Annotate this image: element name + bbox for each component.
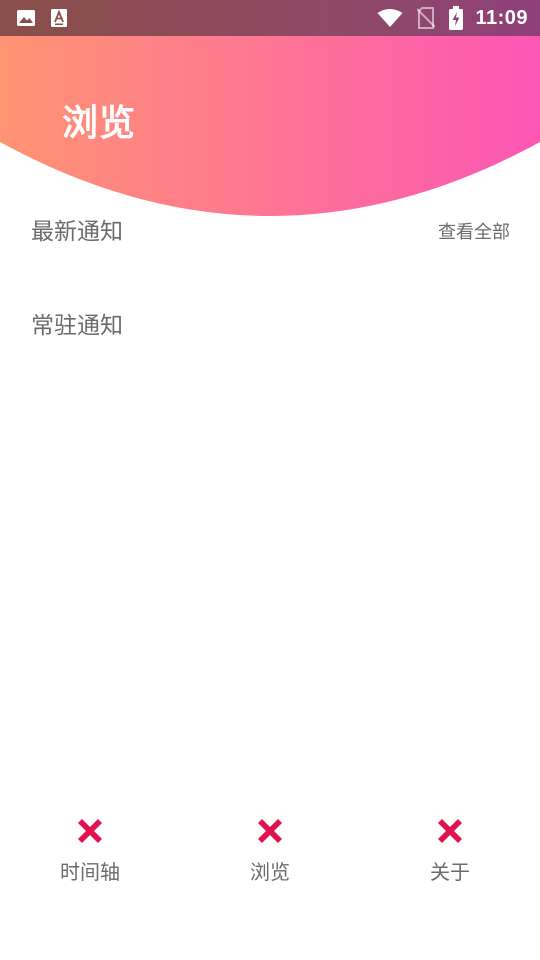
no-sim-icon	[417, 7, 436, 29]
nav-item-timeline[interactable]: 时间轴	[20, 806, 160, 906]
app-screen: 11:09 浏览 最新通知 查看全部 常驻通知 时间轴 浏览 关于	[0, 0, 540, 960]
view-all-link[interactable]: 查看全部	[438, 218, 510, 244]
app-notification-icon	[50, 8, 68, 28]
nav-label-browse: 浏览	[250, 860, 290, 884]
clock: 11:09	[475, 6, 528, 29]
status-bar: 11:09	[0, 0, 540, 36]
nav-item-about[interactable]: 关于	[380, 806, 520, 906]
nav-label-timeline: 时间轴	[60, 860, 120, 884]
page-title: 浏览	[62, 103, 137, 144]
bottom-navigation: 时间轴 浏览 关于	[0, 806, 540, 906]
battery-charging-icon	[449, 6, 464, 30]
close-x-icon	[253, 814, 287, 848]
pinned-notices-title: 常驻通知	[31, 313, 123, 339]
latest-notices-title: 最新通知	[31, 219, 123, 245]
latest-notices-header: 最新通知 查看全部	[31, 212, 510, 246]
wifi-icon	[377, 8, 403, 28]
nav-item-browse[interactable]: 浏览	[200, 806, 340, 906]
image-icon	[16, 8, 36, 28]
close-x-icon	[73, 814, 107, 848]
nav-label-about: 关于	[430, 860, 470, 884]
pinned-notices-header: 常驻通知	[31, 306, 510, 340]
close-x-icon	[433, 814, 467, 848]
